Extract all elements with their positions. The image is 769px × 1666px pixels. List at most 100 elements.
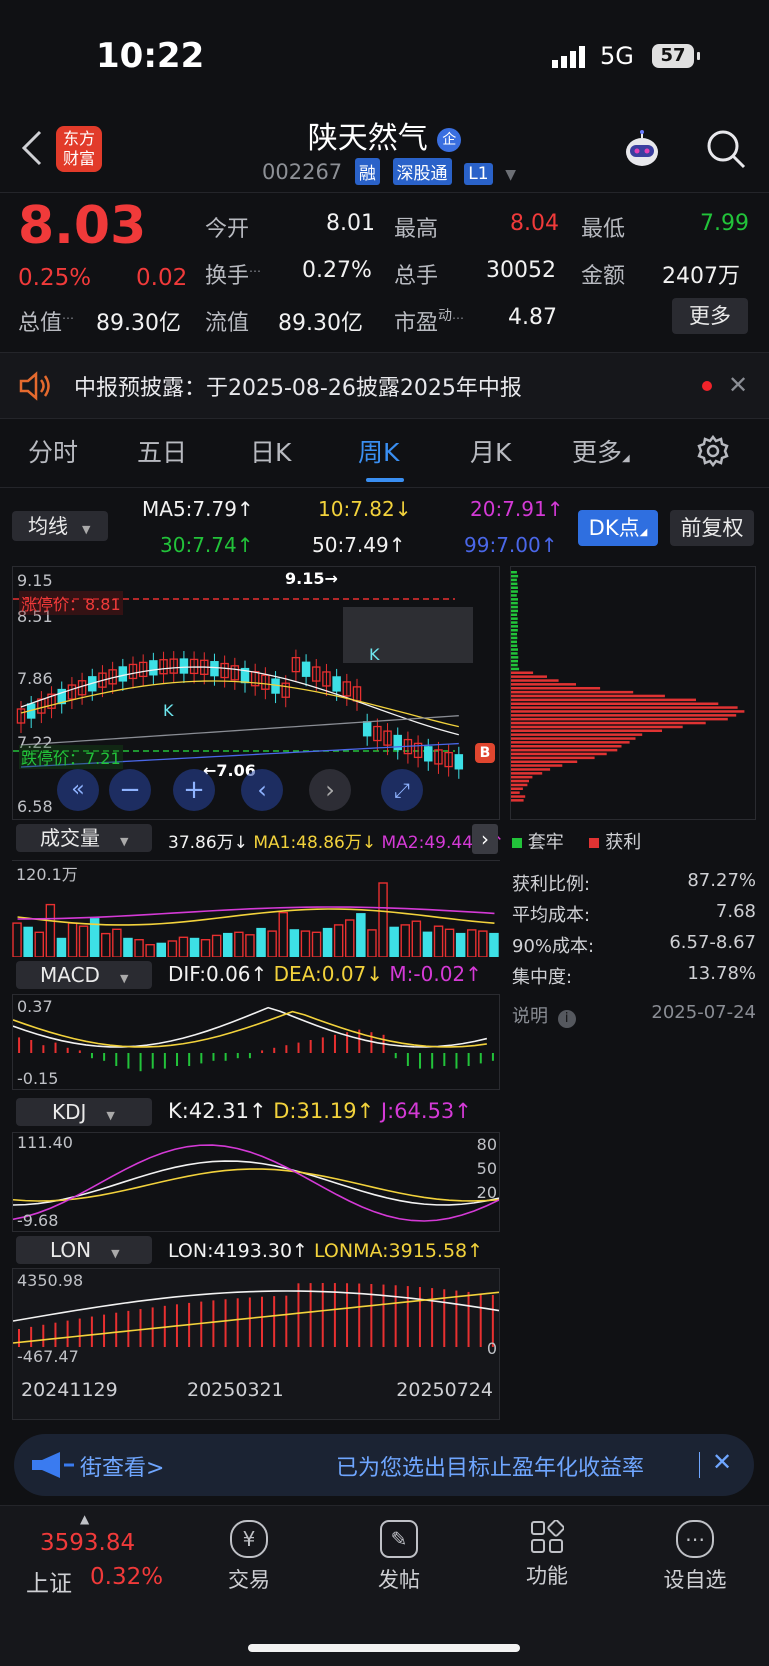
volume-selector[interactable]: 成交量 ▼ xyxy=(16,824,152,852)
lon-selector[interactable]: LON ▼ xyxy=(16,1236,152,1264)
more-circle-icon: ⋯ xyxy=(676,1520,714,1558)
scroll-left-button[interactable]: ‹ xyxy=(241,769,283,811)
chip-bar xyxy=(511,571,517,574)
chevron-down-icon: ▼ xyxy=(120,835,128,848)
lon-line xyxy=(13,1291,499,1321)
macd-selector[interactable]: MACD ▼ xyxy=(16,961,152,989)
high-label: 最高 xyxy=(394,211,438,243)
volume-bar xyxy=(168,941,176,957)
volume-svg xyxy=(12,861,500,957)
lon-chart[interactable]: 4350.98 -467.47 0 20241129 20250321 2025… xyxy=(12,1268,500,1420)
adjust-button[interactable]: 前复权 xyxy=(670,510,754,546)
nav-trade[interactable]: ¥ 交易 xyxy=(194,1520,304,1594)
robot-assistant-icon[interactable] xyxy=(620,128,664,172)
tab-five-day[interactable]: 五日 xyxy=(137,433,187,469)
index-name[interactable]: 上证 xyxy=(26,1564,72,1598)
ticker-right-text[interactable]: 已为您选出目标止盈年化收益率 xyxy=(336,1450,644,1482)
index-change[interactable]: 0.32% xyxy=(90,1564,163,1590)
chip-row-value: 13.78% xyxy=(687,963,756,984)
close-icon[interactable]: ✕ xyxy=(728,371,748,399)
zoom-in-button[interactable]: + xyxy=(173,769,215,811)
chip-row-value: 87.27% xyxy=(687,870,756,891)
volume-label: 总手 xyxy=(394,258,438,290)
chip-bar xyxy=(511,764,562,767)
stock-code-row[interactable]: 002267 融 深股通 L1 ▼ xyxy=(262,158,516,185)
chip-bar xyxy=(511,590,518,593)
ma-selector[interactable]: 均线 ▼ xyxy=(12,511,108,541)
tab-weekly-k[interactable]: 周K xyxy=(358,433,399,469)
chip-bar xyxy=(511,691,633,694)
chip-bar xyxy=(511,598,518,601)
nav-functions-label: 功能 xyxy=(492,1560,602,1590)
turnover-label-text: 换手 xyxy=(205,264,249,289)
chip-bar xyxy=(511,575,518,578)
chip-bar xyxy=(511,741,630,744)
notice-bar[interactable]: 中报预披露：于2025-08-26披露2025年中报 ✕ xyxy=(0,352,769,419)
chip-row-value: 6.57-8.67 xyxy=(669,932,756,953)
volume-bar xyxy=(224,934,232,957)
tab-intraday[interactable]: 分时 xyxy=(28,433,78,469)
volume-bar xyxy=(235,932,243,957)
ticker-left-text[interactable]: 街查看> xyxy=(80,1450,164,1482)
chevron-down-icon: ▼ xyxy=(111,1247,119,1260)
promo-ticker[interactable]: 街查看> 已为您选出目标止盈年化收益率 ✕ xyxy=(14,1434,754,1496)
volume-value: 30052 xyxy=(486,258,556,283)
kline-chart[interactable]: 9.15 8.51 7.86 7.22 6.58 涨停价：8.81 跌停价：7.… xyxy=(12,566,500,820)
close-icon[interactable]: ✕ xyxy=(712,1448,732,1476)
tab-monthly-k[interactable]: 月K xyxy=(470,433,511,469)
peak-price-label: 9.15→ xyxy=(285,569,338,588)
tab-daily-k[interactable]: 日K xyxy=(250,433,291,469)
macd-chart[interactable]: 0.37 -0.15 xyxy=(12,994,500,1090)
lon-value-label: LON:4193.30↑ xyxy=(168,1240,308,1262)
enterprise-badge: 企 xyxy=(437,128,461,152)
volume-bar xyxy=(368,930,376,957)
kdj-selector[interactable]: KDJ ▼ xyxy=(16,1098,152,1126)
kdj-right-label: 80 xyxy=(477,1135,497,1154)
pe-label-text: 市盈 xyxy=(394,311,438,336)
chip-row-label: 90%成本: xyxy=(512,932,594,958)
kdj-chart[interactable]: 111.40 -9.68 80 50 20 xyxy=(12,1132,500,1232)
open-label: 今开 xyxy=(205,211,249,243)
chip-bar xyxy=(511,629,518,632)
buy-signal-badge[interactable]: B xyxy=(475,743,495,763)
nav-add-watchlist[interactable]: ⋯ 设自选 xyxy=(640,1520,750,1594)
tab-more[interactable]: 更多◢ xyxy=(572,433,630,469)
volume-bar xyxy=(191,939,199,958)
nav-post[interactable]: ✎ 发帖 xyxy=(344,1520,454,1594)
kdj-j-line xyxy=(13,1145,499,1221)
fullscreen-button[interactable]: ⤢ xyxy=(381,769,423,811)
kdj-right-label: 50 xyxy=(477,1159,497,1178)
chip-legend: 套牢 获利 xyxy=(512,828,641,854)
chip-date: 2025-07-24 xyxy=(651,1002,756,1023)
pe-superscript: 动 xyxy=(438,308,452,324)
ma50-line xyxy=(21,716,459,745)
nav-functions[interactable]: 功能 xyxy=(492,1520,602,1590)
dk-point-button[interactable]: DK点◢ xyxy=(578,510,658,546)
divider xyxy=(0,487,769,488)
more-button[interactable]: 更多 xyxy=(672,298,748,334)
search-icon[interactable] xyxy=(704,127,748,171)
chip-bar xyxy=(511,633,517,636)
mktcap-label-text: 总值 xyxy=(18,311,62,336)
expand-right-icon[interactable]: › xyxy=(472,824,498,854)
lon-svg xyxy=(13,1269,499,1377)
nav-add-watchlist-label: 设自选 xyxy=(640,1564,750,1594)
volume-bar xyxy=(268,931,276,957)
ma5-label: MA5:7.79↑ xyxy=(142,497,254,521)
scroll-left-fast-button[interactable]: « xyxy=(57,769,99,811)
zoom-out-button[interactable]: − xyxy=(109,769,151,811)
chip-note[interactable]: 说明 i xyxy=(512,1002,576,1028)
macd-y-label: 0.37 xyxy=(17,997,53,1016)
volume-max-label: 120.1万 xyxy=(16,861,78,885)
chip-bar xyxy=(511,799,524,802)
kdj-svg xyxy=(13,1133,499,1231)
chip-distribution-chart[interactable] xyxy=(510,566,756,820)
candle-body xyxy=(180,659,187,673)
chip-bar xyxy=(511,587,518,590)
scroll-right-button[interactable]: › xyxy=(309,769,351,811)
more-dots-icon: ⋯ xyxy=(249,264,261,278)
index-value[interactable]: 3593.84 xyxy=(40,1530,135,1556)
macd-m-label: M:-0.02↑ xyxy=(389,962,482,986)
volume-chart[interactable]: 120.1万 xyxy=(12,860,500,957)
gear-icon[interactable] xyxy=(696,434,730,468)
